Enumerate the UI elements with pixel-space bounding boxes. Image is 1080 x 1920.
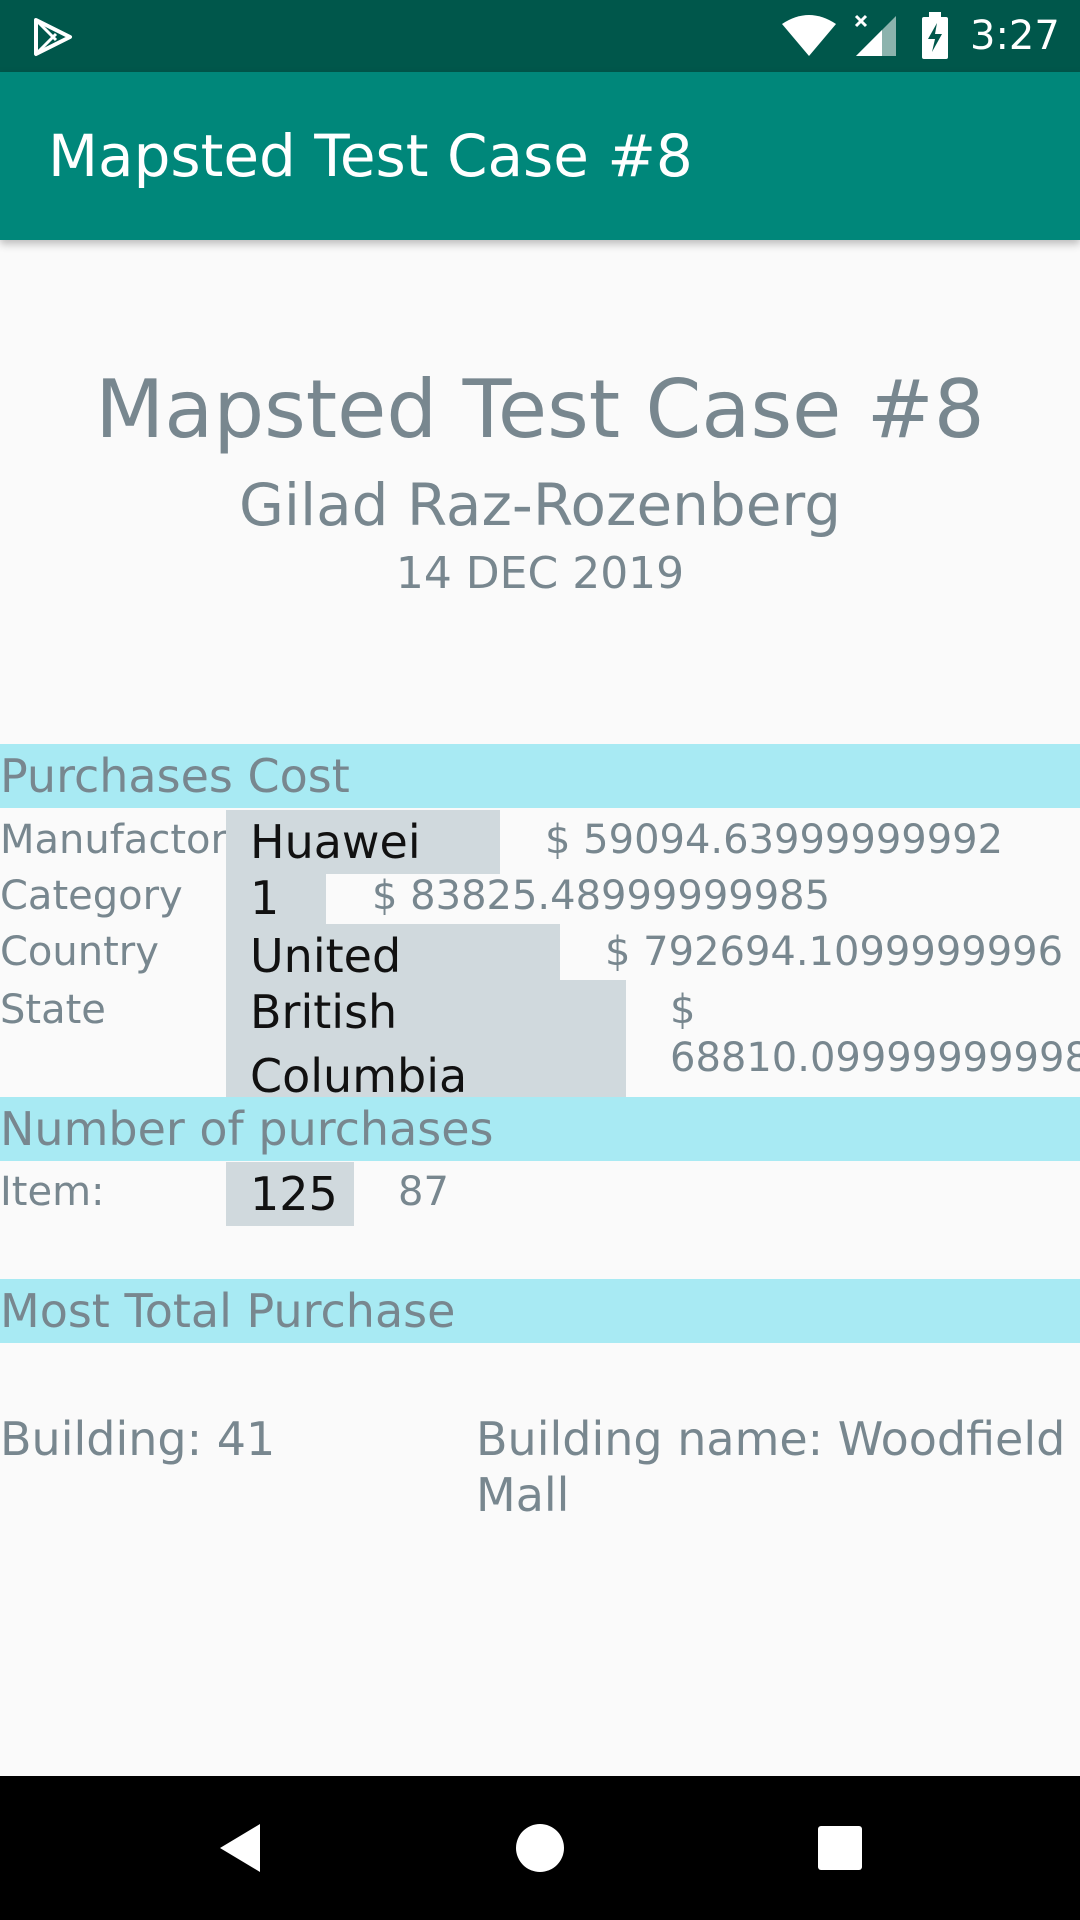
play-store-icon: [34, 18, 72, 56]
recents-button[interactable]: [760, 1776, 920, 1920]
manufactor-label: Manufactor: [0, 817, 227, 863]
category-label: Category: [0, 873, 183, 919]
item-value[interactable]: 125: [226, 1162, 354, 1226]
page-title: Mapsted Test Case #8: [95, 363, 985, 456]
manufactor-value[interactable]: Huawei: [226, 810, 500, 874]
country-label: Country: [0, 929, 159, 975]
state-label: State: [0, 987, 106, 1033]
building-number: Building: 41: [0, 1412, 276, 1466]
home-button[interactable]: [460, 1776, 620, 1920]
category-amount: $ 83825.48999999985: [372, 873, 831, 919]
app-bar-title: Mapsted Test Case #8: [48, 122, 693, 190]
state-amount: 68810.09999999998: [670, 1035, 1080, 1081]
section-most-total-purchase: Most Total Purchase: [0, 1279, 1080, 1343]
country-amount: $ 792694.1099999996: [605, 929, 1064, 975]
item-label: Item:: [0, 1169, 105, 1215]
building-name: Building name: Woodfield: [476, 1412, 1066, 1466]
state-value[interactable]: British Columbia: [226, 980, 626, 1108]
home-icon: [516, 1824, 564, 1872]
navigation-bar: [0, 1776, 1080, 1920]
app-bar: Mapsted Test Case #8: [0, 72, 1080, 240]
recents-icon: [818, 1826, 862, 1870]
report-date: 14 DEC 2019: [395, 548, 685, 599]
battery-charging-icon: [922, 12, 948, 59]
manufactor-amount: $ 59094.63999999992: [545, 817, 1004, 863]
signal-icon: [854, 14, 896, 56]
category-value[interactable]: 1: [226, 866, 326, 930]
status-bar: 3:27: [0, 0, 1080, 72]
building-name-continued: Mall: [476, 1468, 570, 1522]
status-time: 3:27: [970, 13, 1060, 59]
section-purchases-cost: Purchases Cost: [0, 744, 1080, 808]
back-icon: [220, 1824, 260, 1872]
author-name: Gilad Raz-Rozenberg: [238, 471, 842, 539]
back-button[interactable]: [160, 1776, 320, 1920]
purchase-count: 87: [398, 1169, 449, 1215]
wifi-icon: [782, 15, 836, 56]
section-number-of-purchases: Number of purchases: [0, 1097, 1080, 1161]
